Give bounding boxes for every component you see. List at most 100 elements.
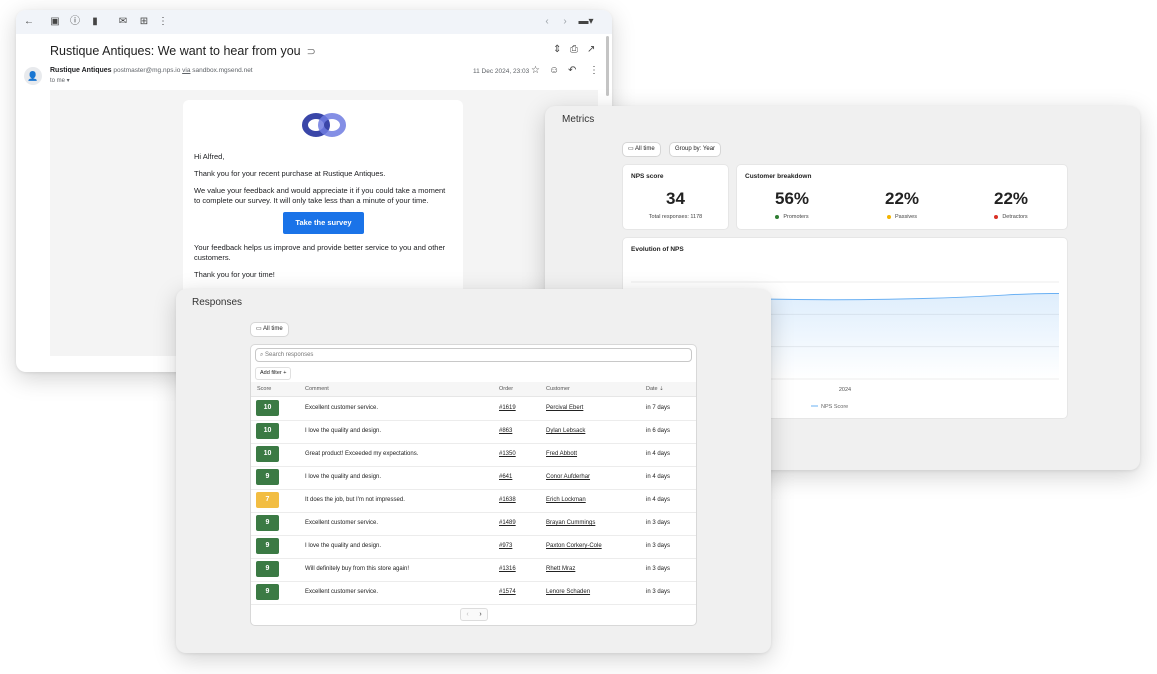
col-order[interactable]: Order [499,382,513,396]
table-row[interactable]: 10 Great product! Exceeded my expectation… [251,443,696,467]
order-link[interactable]: #1619 [499,397,516,420]
calendar-icon: ▭ [256,326,262,332]
emoji-icon[interactable]: ☺ [549,65,559,76]
promoters-pct: 56% [774,189,810,208]
search-placeholder: Search responses [265,352,314,358]
table-row[interactable]: 7 It does the job, but I'm not impressed.… [251,489,696,513]
expand-icon[interactable]: ⇕ [553,44,561,55]
print-icon[interactable]: ⎙ [570,44,578,55]
time-filter-chip[interactable]: ▭ All time [622,142,661,157]
next-email-icon[interactable]: › [558,10,572,34]
more-vert-icon[interactable]: ⋮ [589,65,599,76]
prev-email-icon[interactable]: ‹ [540,10,554,34]
open-in-new-window-icon[interactable]: ↗ [587,44,595,55]
recipient-toggle[interactable]: to me ▾ [50,77,70,84]
prev-page-icon[interactable]: ‹ [461,609,474,620]
email-line-4: Thank you for your time! [194,270,275,279]
take-survey-button[interactable]: Take the survey [283,212,364,234]
comment-cell: Excellent customer service. [305,405,379,411]
date-cell: in 7 days [646,405,671,411]
promoters-label: Promoters [747,214,837,220]
col-score[interactable]: Score [257,382,271,396]
score-badge: 10 [256,446,279,462]
scrollbar[interactable] [606,36,609,96]
score-badge: 9 [256,584,279,600]
comment-cell: Will definitely buy from this store agai… [305,566,410,572]
sender-line: Rustique Antiques postmaster@mg.nps.io v… [50,67,253,74]
score-badge: 10 [256,400,279,416]
comment-cell: Great product! Exceeded my expectations. [305,451,419,457]
add-filter-button[interactable]: Add filter + [255,367,292,380]
table-header: Score Comment Order Customer Date ⇣ [251,382,696,397]
email-subject: Rustique Antiques: We want to hear from … [50,44,316,58]
date-cell: in 4 days [646,474,671,480]
mark-unread-icon[interactable]: ✉ [116,10,130,34]
order-link[interactable]: #1574 [499,581,516,604]
customer-link[interactable]: Conor Aufderhar [546,466,590,489]
date-cell: in 3 days [646,589,671,595]
nps-score-label: NPS score [631,173,664,180]
nps-score-card: NPS score 34 Total responses: 1178 [622,164,729,230]
date-cell: in 6 days [646,428,671,434]
group-by-chip[interactable]: Group by: Year [669,142,722,157]
detractors-pct: 22% [993,189,1029,208]
order-link[interactable]: #1638 [499,489,516,512]
date-cell: in 4 days [646,451,671,457]
table-row[interactable]: 9 I love the quality and design. #973 Paxto… [251,535,696,559]
move-to-icon[interactable]: ⊞ [137,10,151,34]
table-row[interactable]: 9 I love the quality and design. #641 Conor… [251,466,696,490]
table-row[interactable]: 9 Excellent customer service. #1574 Lenore … [251,581,696,605]
col-comment[interactable]: Comment [305,382,329,396]
comment-cell: It does the job, but I'm not impressed. [305,497,405,503]
table-row[interactable]: 9 Excellent customer service. #1489 Brayan … [251,512,696,536]
order-link[interactable]: #1350 [499,443,516,466]
table-row[interactable]: 10 Excellent customer service. #1619 Perciv… [251,397,696,421]
passives-dot [886,214,891,219]
date-cell: in 3 days [646,566,671,572]
report-spam-icon[interactable]: ⓘ [68,10,82,34]
detractors-label: Detractors [966,214,1056,220]
next-page-icon[interactable]: › [474,609,487,620]
x-tick-label: 2024 [839,387,851,393]
order-link[interactable]: #641 [499,466,512,489]
customer-link[interactable]: Percival Ebert [546,397,583,420]
star-icon[interactable]: ☆ [531,65,540,76]
comment-cell: Excellent customer service. [305,520,379,526]
customer-link[interactable]: Brayan Cummings [546,512,595,535]
score-badge: 9 [256,538,279,554]
order-link[interactable]: #1489 [499,512,516,535]
promoters-dot [775,214,780,219]
order-link[interactable]: #973 [499,535,512,558]
table-row[interactable]: 10 I love the quality and design. #863 Dyla… [251,420,696,444]
archive-icon[interactable]: ▣ [48,10,62,34]
reply-icon[interactable]: ↶ [568,65,576,76]
time-filter-chip[interactable]: ▭ All time [250,322,289,337]
email-line-2: We value your feedback and would appreci… [194,186,446,205]
col-customer[interactable]: Customer [546,382,570,396]
col-date[interactable]: Date ⇣ [646,382,664,396]
back-arrow-icon[interactable]: ← [22,10,36,34]
order-link[interactable]: #1316 [499,558,516,581]
brand-logo [302,113,346,137]
customer-link[interactable]: Dylan Lebsack [546,420,585,443]
table-row[interactable]: 9 Will definitely buy from this store aga… [251,558,696,582]
customer-link[interactable]: Paxton Corkery-Cole [546,535,602,558]
customer-link[interactable]: Rhett Mraz [546,558,575,581]
customer-link[interactable]: Fred Abbott [546,443,577,466]
date-cell: in 3 days [646,543,671,549]
nps-score-value: 34 [666,189,685,208]
total-responses: Total responses: 1178 [648,214,703,220]
comment-cell: Excellent customer service. [305,589,379,595]
customer-link[interactable]: Erich Lockman [546,489,586,512]
sort-icon: ⇣ [659,386,664,392]
delete-icon[interactable]: ▮ [88,10,102,34]
search-input[interactable]: ⌕ Search responses [255,348,692,362]
label-icon[interactable]: ⊃ [307,46,316,58]
score-badge: 7 [256,492,279,508]
more-vert-icon[interactable]: ⋮ [156,10,170,34]
order-link[interactable]: #863 [499,420,512,443]
email-card: Hi Alfred, Thank you for your recent pur… [183,100,463,300]
input-tools-icon[interactable]: ▬▾ [576,10,596,34]
customer-link[interactable]: Lenore Schaden [546,581,590,604]
score-badge: 9 [256,561,279,577]
